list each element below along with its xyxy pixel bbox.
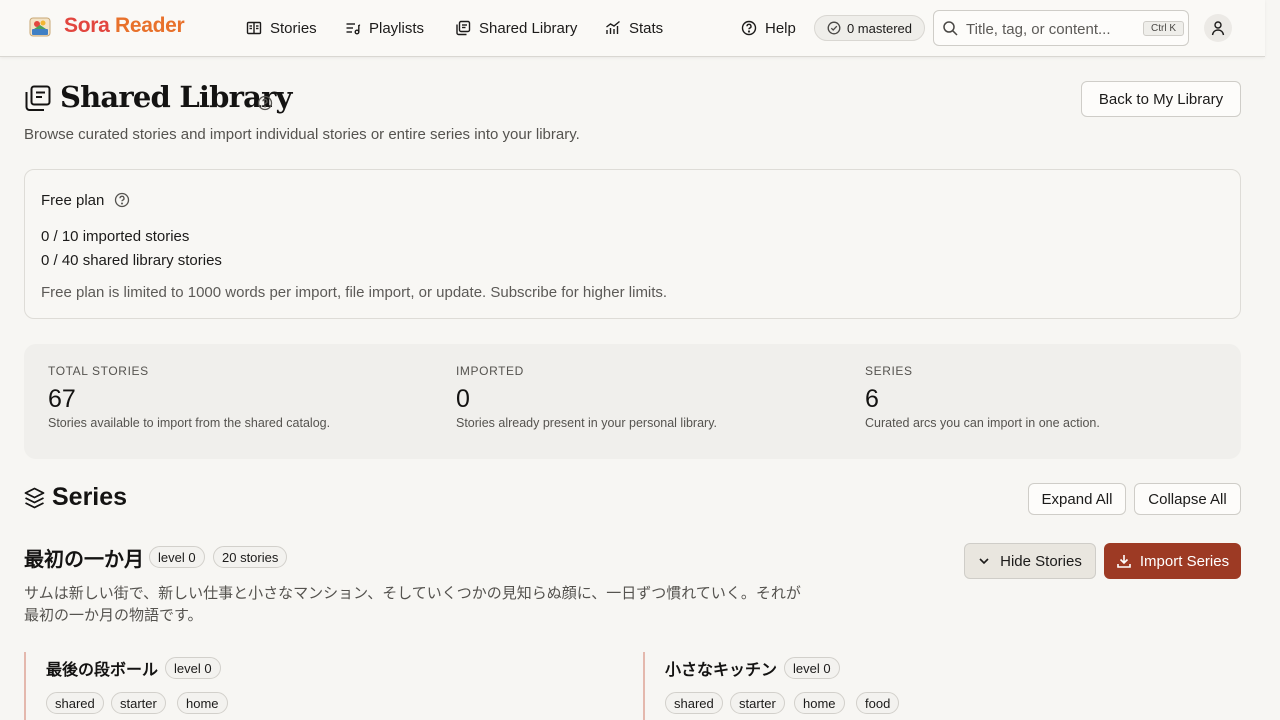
help-button-label: Help (765, 19, 796, 37)
import-series-label: Import Series (1139, 552, 1230, 570)
library-icon (25, 85, 51, 111)
stat-value: 6 (865, 385, 879, 413)
playlist-icon (346, 23, 361, 35)
plan-note: Free plan is limited to 1000 words per i… (41, 284, 668, 301)
series-description: サムは新しい街で、新しい仕事と小さなマンション、そしていくつかの見知らぬ顔に、一… (24, 585, 801, 624)
plan-shared-count: 0 / 40 shared library stories (41, 252, 222, 269)
story-level-badge: level 0 (165, 657, 221, 679)
story-tag: home (177, 692, 228, 714)
search-icon (943, 21, 958, 36)
plan-imported-count: 0 / 10 imported stories (41, 228, 190, 245)
top-nav-bar: Sora Reader Stories Playlists Shared Lib… (0, 0, 1265, 57)
help-circle-icon[interactable] (114, 192, 130, 208)
search-box[interactable]: Ctrl K (933, 10, 1189, 46)
chevron-down-icon (979, 558, 989, 565)
help-circle-icon[interactable] (257, 95, 273, 111)
stat-series: SERIES 6 Curated arcs you can import in … (865, 364, 1100, 430)
app-logo-icon (29, 17, 51, 37)
story-tag: starter (111, 692, 166, 714)
help-circle-icon (741, 20, 757, 36)
stat-description: Stories available to import from the sha… (48, 416, 331, 430)
story-tag: starter (730, 692, 785, 714)
stat-description: Stories already present in your personal… (456, 416, 718, 430)
story-card[interactable]: 小さなキッチン level 0 shared starter home food (643, 652, 1233, 720)
user-menu-button[interactable] (1204, 14, 1232, 42)
mastered-badge[interactable]: 0 mastered (814, 15, 925, 41)
help-button[interactable]: Help (741, 17, 796, 39)
stat-label: SERIES (865, 364, 913, 378)
library-icon (456, 20, 471, 36)
nav-shared-library-label: Shared Library (479, 19, 578, 37)
book-open-icon (246, 21, 262, 35)
hide-stories-label: Hide Stories (1000, 552, 1082, 570)
story-tag: shared (665, 692, 723, 714)
user-icon (1211, 21, 1225, 36)
plan-card: Free plan 0 / 10 imported stories 0 / 40… (24, 169, 1241, 319)
series-level-badge: level 0 (149, 546, 205, 568)
nav-stories[interactable]: Stories (246, 17, 317, 39)
plan-title: Free plan (41, 192, 105, 209)
series-title: 最初の一か月 (24, 549, 144, 571)
story-level-badge: level 0 (784, 657, 840, 679)
nav-shared-library[interactable]: Shared Library (455, 17, 577, 39)
story-card[interactable]: 最後の段ボール level 0 shared starter home (24, 652, 614, 720)
stat-value: 67 (48, 385, 76, 413)
brand-name-part1: Sora (64, 14, 116, 37)
collapse-all-button[interactable]: Collapse All (1134, 483, 1241, 515)
story-tag: food (856, 692, 900, 714)
search-shortcut-hint: Ctrl K (1143, 21, 1184, 36)
import-series-button[interactable]: Import Series (1104, 543, 1241, 579)
series-story-count-badge: 20 stories (213, 546, 288, 568)
stat-label: IMPORTED (456, 364, 524, 378)
expand-all-button[interactable]: Expand All (1028, 483, 1126, 515)
story-tag: shared (46, 692, 104, 714)
series-section-title: Series (52, 483, 128, 511)
check-circle-icon (827, 21, 841, 35)
nav-stats-label: Stats (629, 19, 664, 37)
mastered-count: 0 mastered (846, 20, 913, 36)
nav-playlists[interactable]: Playlists (345, 17, 424, 39)
stat-value: 0 (456, 385, 470, 413)
layers-icon (24, 487, 45, 509)
brand-name[interactable]: Sora Reader (64, 14, 185, 38)
hide-stories-button[interactable]: Hide Stories (964, 543, 1096, 579)
page-subtitle: Browse curated stories and import indivi… (24, 126, 580, 143)
search-input[interactable] (966, 18, 1136, 40)
download-icon (1117, 555, 1131, 568)
story-tag: home (794, 692, 845, 714)
brand-name-part2: Reader (115, 14, 185, 37)
back-to-library-button[interactable]: Back to My Library (1081, 81, 1241, 117)
stat-imported: IMPORTED 0 Stories already present in yo… (456, 364, 717, 430)
stats-panel: TOTAL STORIES 67 Stories available to im… (24, 344, 1241, 459)
nav-stats[interactable]: Stats (605, 17, 663, 39)
nav-playlists-label: Playlists (369, 19, 425, 37)
stat-total-stories: TOTAL STORIES 67 Stories available to im… (48, 364, 330, 430)
chart-icon (606, 20, 620, 34)
stat-description: Curated arcs you can import in one actio… (865, 416, 1100, 430)
stat-label: TOTAL STORIES (48, 364, 149, 378)
nav-stories-label: Stories (270, 19, 317, 37)
story-title: 小さなキッチン (665, 662, 778, 679)
story-title: 最後の段ボール (46, 662, 159, 679)
